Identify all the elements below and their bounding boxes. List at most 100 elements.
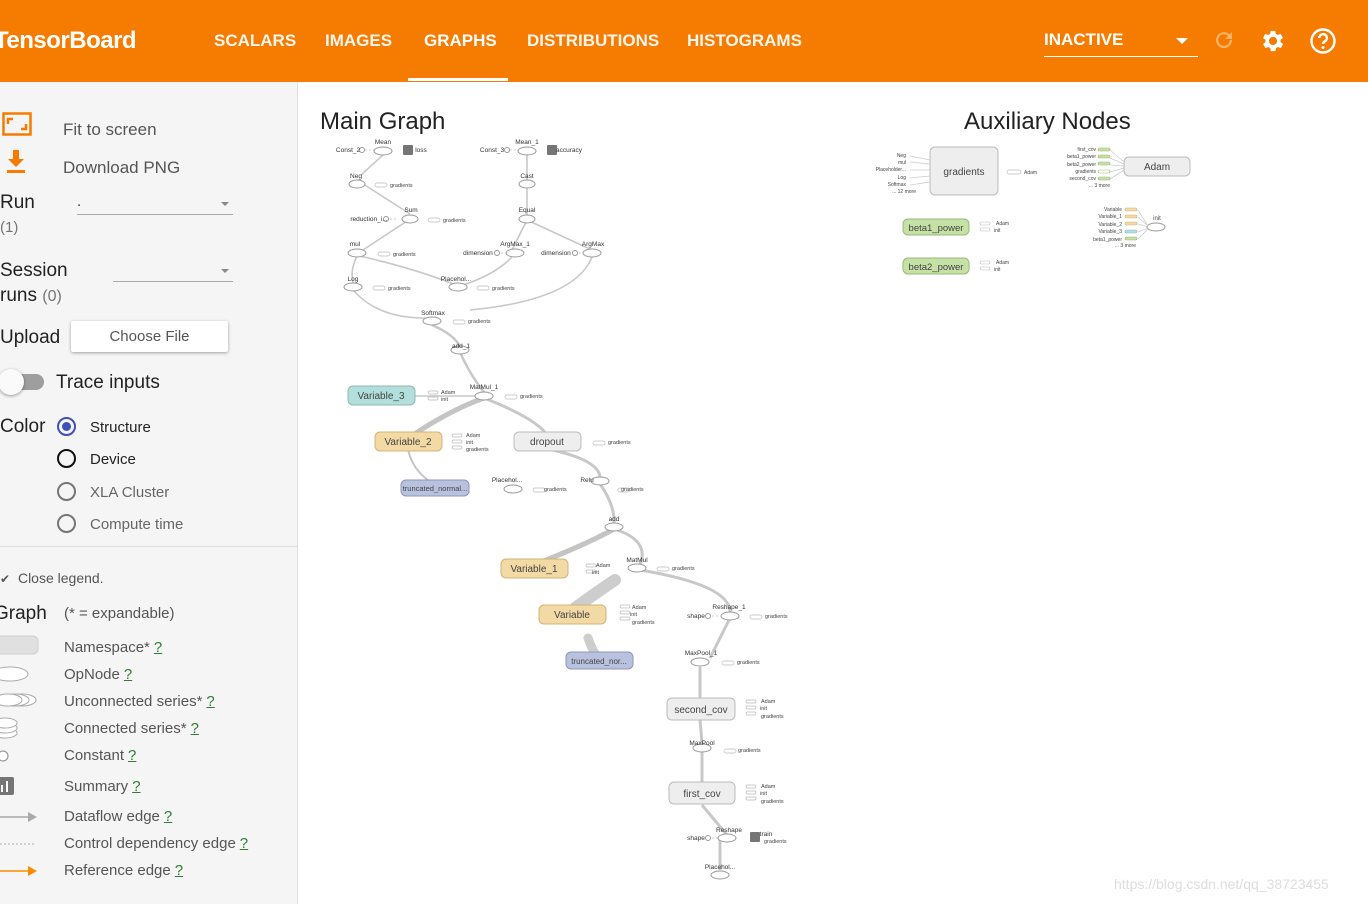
svg-text:... 12 more: ... 12 more xyxy=(892,189,916,195)
graph-edges xyxy=(351,154,732,870)
namespace-nodes[interactable] xyxy=(347,385,736,805)
choose-file-button[interactable]: Choose File xyxy=(71,321,228,352)
legend-icons xyxy=(0,635,39,876)
legend-namespace: Namespace*? xyxy=(64,639,162,656)
close-legend-button[interactable]: ✔ Close legend. xyxy=(0,570,104,586)
legend-control-help[interactable]: ? xyxy=(240,835,248,852)
tab-histograms[interactable]: HISTOGRAMS xyxy=(687,31,802,51)
legend-control-dependency-edge: Control dependency edge? xyxy=(64,835,248,852)
legend-namespace-label: Namespace* xyxy=(64,639,150,656)
svg-text:... 3 more: ... 3 more xyxy=(1089,183,1110,189)
legend-constant: Constant? xyxy=(64,747,136,764)
tab-graphs[interactable]: GRAPHS xyxy=(424,31,497,51)
svg-text:gradients: gradients xyxy=(737,660,760,666)
color-device-radio[interactable] xyxy=(57,449,76,468)
svg-text:loss: loss xyxy=(415,147,427,154)
svg-text:gradients: gradients xyxy=(443,218,466,224)
svg-text:gradients: gradients xyxy=(632,620,655,626)
unconnected-series-icon xyxy=(0,693,37,707)
svg-text:Adam: Adam xyxy=(441,390,456,396)
svg-text:gradients: gradients xyxy=(608,440,631,446)
color-xla-radio[interactable] xyxy=(57,482,76,501)
status-select[interactable]: INACTIVE xyxy=(1044,30,1198,57)
help-icon[interactable] xyxy=(1309,27,1337,55)
legend-summary-help[interactable]: ? xyxy=(132,778,140,795)
session-runs-select[interactable] xyxy=(113,260,233,282)
sidebar-divider xyxy=(0,546,298,547)
fit-to-screen-icon[interactable] xyxy=(2,112,32,136)
watermark: https://blog.csdn.net/qq_38723455 xyxy=(1114,876,1329,892)
svg-text:gradients: gradients xyxy=(492,286,515,292)
svg-text:Sum: Sum xyxy=(404,207,417,214)
svg-text:Mean: Mean xyxy=(375,139,392,146)
fit-to-screen-button[interactable]: Fit to screen xyxy=(63,120,157,140)
svg-text:shape: shape xyxy=(687,613,705,620)
node-variable-2: Variable_2 xyxy=(384,437,432,448)
svg-text:MatMul: MatMul xyxy=(626,557,648,564)
download-png-button[interactable]: Download PNG xyxy=(63,158,180,178)
svg-text:second_cov: second_cov xyxy=(1069,176,1096,182)
legend-unconnected-help[interactable]: ? xyxy=(206,693,214,710)
svg-text:... 3 more: ... 3 more xyxy=(1115,243,1136,249)
legend-constant-help[interactable]: ? xyxy=(128,747,136,764)
color-compute-time-radio[interactable] xyxy=(57,514,76,533)
graph-canvas[interactable]: Variable_3 Variable_2 dropout truncated_… xyxy=(298,82,1368,904)
svg-text:init: init xyxy=(466,440,474,446)
namespace-labels: Variable_3 Variable_2 dropout truncated_… xyxy=(357,391,727,800)
svg-text:Variable_3: Variable_3 xyxy=(1098,229,1122,235)
svg-text:MatMul_1: MatMul_1 xyxy=(470,384,499,391)
settings-gear-icon[interactable] xyxy=(1259,27,1287,55)
legend-dataflow-edge: Dataflow edge? xyxy=(64,808,172,825)
node-variable-1: Variable_1 xyxy=(510,564,558,575)
reload-icon[interactable] xyxy=(1212,28,1236,52)
node-truncated-normal-a: truncated_normal... xyxy=(403,484,468,493)
svg-text:init: init xyxy=(630,612,638,618)
tab-scalars[interactable]: SCALARS xyxy=(214,31,296,51)
trace-inputs-toggle-knob[interactable] xyxy=(0,369,24,395)
svg-text:gradients: gradients xyxy=(520,394,543,400)
svg-text:Adam: Adam xyxy=(632,605,647,611)
session-label: Session xyxy=(0,260,68,281)
svg-text:Placeholder...: Placeholder... xyxy=(876,167,906,173)
opnode-icon xyxy=(0,666,29,682)
svg-text:mul: mul xyxy=(350,241,361,248)
download-icon[interactable] xyxy=(5,149,27,175)
legend-dataflow-help[interactable]: ? xyxy=(164,808,172,825)
active-tab-indicator xyxy=(408,78,508,81)
legend-reference-help[interactable]: ? xyxy=(175,862,183,879)
run-count: (1) xyxy=(0,219,19,236)
svg-text:gradients: gradients xyxy=(390,183,413,189)
svg-text:Variable_2: Variable_2 xyxy=(1098,222,1122,228)
legend-namespace-help[interactable]: ? xyxy=(154,639,162,656)
session-count: (0) xyxy=(42,288,62,305)
graph-legend-title: Graph xyxy=(0,603,47,624)
svg-text:reduction_i...: reduction_i... xyxy=(350,216,387,223)
legend-opnode: OpNode? xyxy=(64,666,132,683)
svg-text:init: init xyxy=(760,706,768,712)
svg-text:Adam: Adam xyxy=(596,563,611,569)
svg-text:add: add xyxy=(609,516,620,523)
node-first-cov: first_cov xyxy=(683,789,720,800)
svg-text:Adam: Adam xyxy=(1024,170,1037,176)
svg-text:Log: Log xyxy=(898,175,907,181)
color-structure-radio[interactable] xyxy=(57,417,76,436)
legend-connected-label: Connected series* xyxy=(64,720,187,737)
svg-text:add_1: add_1 xyxy=(452,343,470,350)
svg-text:Reshape_1: Reshape_1 xyxy=(712,604,746,611)
svg-text:Log: Log xyxy=(348,276,359,283)
run-select[interactable]: . xyxy=(77,193,233,215)
legend-connected-help[interactable]: ? xyxy=(191,720,199,737)
dataflow-edge-icon xyxy=(0,812,37,822)
aux-graph[interactable]: gradients Neg mul Placeholder... Log Sof… xyxy=(876,146,1191,275)
node-variable: Variable xyxy=(554,610,590,621)
svg-text:Adam: Adam xyxy=(996,221,1009,227)
legend-opnode-help[interactable]: ? xyxy=(124,666,132,683)
svg-text:Equal: Equal xyxy=(519,207,536,214)
color-structure-label: Structure xyxy=(90,419,151,436)
aux-node-adam: Adam xyxy=(1144,162,1170,173)
svg-text:beta1_power: beta1_power xyxy=(1067,154,1096,160)
tab-images[interactable]: IMAGES xyxy=(325,31,392,51)
svg-text:Placehol...: Placehol... xyxy=(441,276,472,283)
svg-text:Variable: Variable xyxy=(1104,207,1122,213)
tab-distributions[interactable]: DISTRIBUTIONS xyxy=(527,31,659,51)
